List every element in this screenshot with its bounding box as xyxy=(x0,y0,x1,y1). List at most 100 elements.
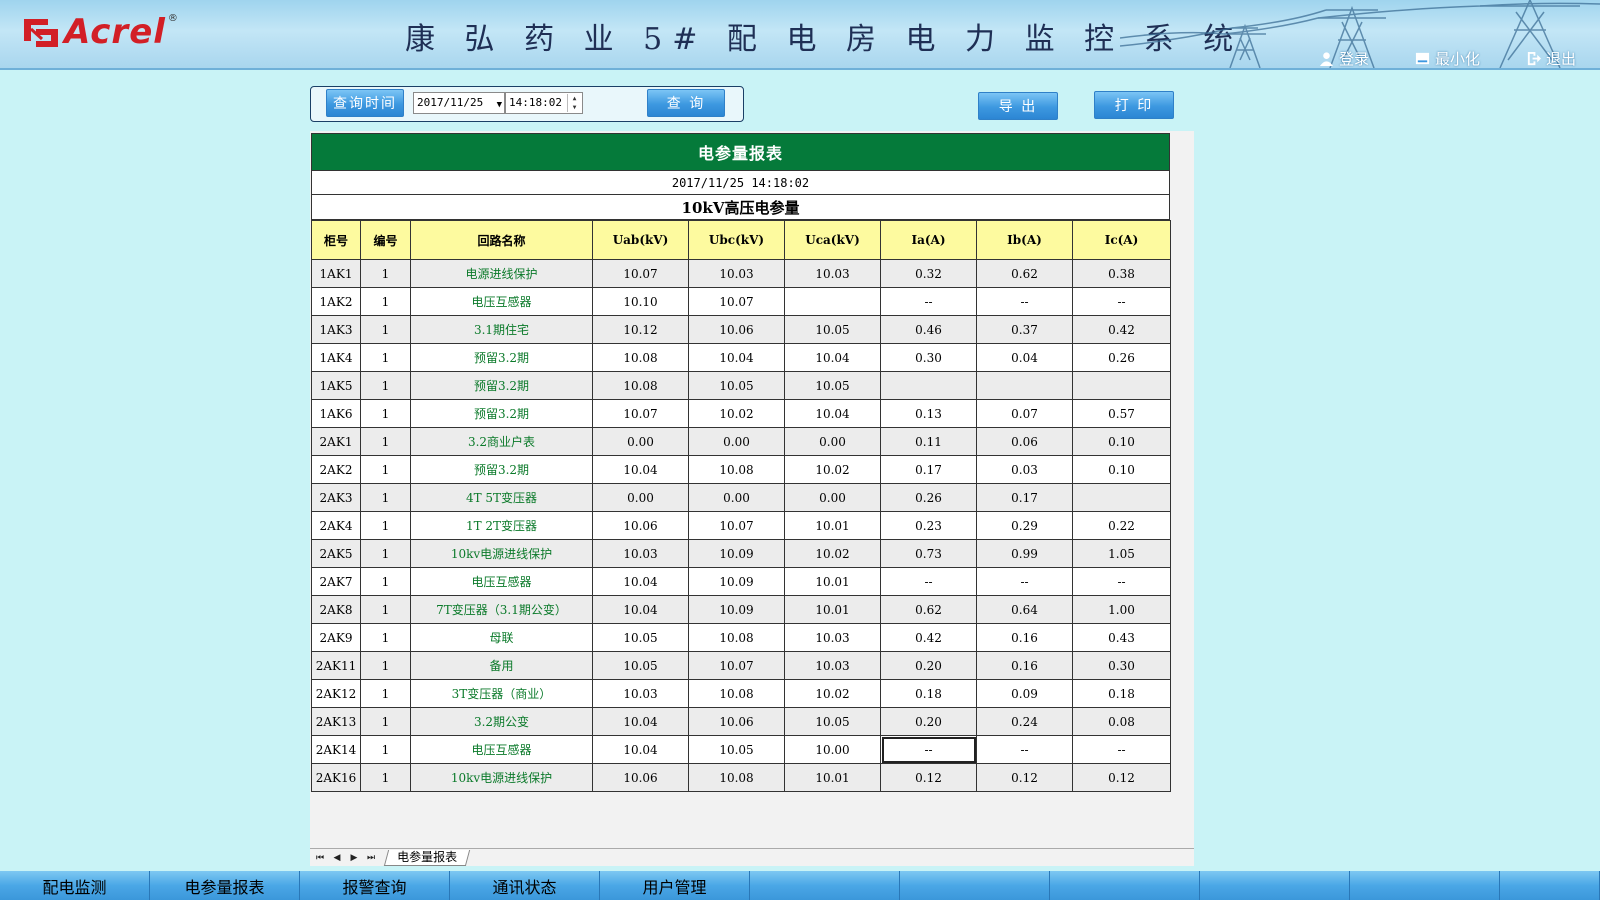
uab-cell[interactable]: 10.05 xyxy=(592,623,689,652)
circuit-name-cell[interactable]: 电压互感器 xyxy=(410,567,593,596)
ubc-cell[interactable]: 10.04 xyxy=(688,343,785,372)
circuit-name-cell[interactable]: 预留3.2期 xyxy=(410,371,593,400)
circuit-name-cell[interactable]: 预留3.2期 xyxy=(410,399,593,428)
login-button[interactable]: 登录 xyxy=(1319,48,1369,68)
number-cell[interactable]: 1 xyxy=(360,511,411,540)
uca-cell[interactable]: 10.00 xyxy=(784,735,881,764)
uab-cell[interactable]: 10.08 xyxy=(592,371,689,400)
ib-cell[interactable]: -- xyxy=(976,567,1073,596)
time-picker[interactable]: 14:18:02 ▲ ▼ xyxy=(505,92,583,114)
nav-user-management[interactable]: 用户管理 xyxy=(600,871,750,900)
nav-empty-slot[interactable] xyxy=(750,871,900,900)
uca-cell[interactable]: 10.01 xyxy=(784,511,881,540)
uab-cell[interactable]: 10.08 xyxy=(592,343,689,372)
ia-cell[interactable]: -- xyxy=(880,735,977,764)
query-time-button[interactable]: 查询时间 xyxy=(326,89,404,117)
uab-cell[interactable]: 10.12 xyxy=(592,315,689,344)
ubc-cell[interactable]: 10.08 xyxy=(688,455,785,484)
ia-cell[interactable]: 0.12 xyxy=(880,763,977,792)
ia-cell[interactable]: 0.26 xyxy=(880,483,977,512)
ubc-cell[interactable]: 10.09 xyxy=(688,567,785,596)
ubc-cell[interactable]: 10.08 xyxy=(688,679,785,708)
cabinet-cell[interactable]: 1AK4 xyxy=(311,343,361,372)
ic-cell[interactable]: 0.57 xyxy=(1072,399,1171,428)
uab-cell[interactable]: 10.07 xyxy=(592,399,689,428)
uca-cell[interactable]: 10.02 xyxy=(784,539,881,568)
ubc-cell[interactable]: 10.09 xyxy=(688,539,785,568)
cabinet-cell[interactable]: 2AK3 xyxy=(311,483,361,512)
ib-cell[interactable]: -- xyxy=(976,287,1073,316)
uab-cell[interactable]: 10.05 xyxy=(592,651,689,680)
number-cell[interactable]: 1 xyxy=(360,399,411,428)
ic-cell[interactable]: -- xyxy=(1072,567,1171,596)
ib-cell[interactable]: 0.07 xyxy=(976,399,1073,428)
ib-cell[interactable]: 0.62 xyxy=(976,259,1073,288)
ic-cell[interactable]: -- xyxy=(1072,735,1171,764)
circuit-name-cell[interactable]: 1T 2T变压器 xyxy=(410,511,593,540)
cabinet-cell[interactable]: 2AK14 xyxy=(311,735,361,764)
ubc-cell[interactable]: 10.07 xyxy=(688,651,785,680)
ib-cell[interactable] xyxy=(976,371,1073,400)
ia-cell[interactable]: 0.20 xyxy=(880,707,977,736)
number-cell[interactable]: 1 xyxy=(360,679,411,708)
ia-cell[interactable]: 0.30 xyxy=(880,343,977,372)
circuit-name-cell[interactable]: 母联 xyxy=(410,623,593,652)
circuit-name-cell[interactable]: 3.2期公变 xyxy=(410,707,593,736)
uca-cell[interactable]: 10.03 xyxy=(784,651,881,680)
ia-cell[interactable]: 0.11 xyxy=(880,427,977,456)
number-cell[interactable]: 1 xyxy=(360,539,411,568)
ib-cell[interactable]: 0.06 xyxy=(976,427,1073,456)
ia-cell[interactable]: 0.73 xyxy=(880,539,977,568)
ia-cell[interactable] xyxy=(880,371,977,400)
ib-cell[interactable]: 0.03 xyxy=(976,455,1073,484)
ic-cell[interactable]: 0.38 xyxy=(1072,259,1171,288)
number-cell[interactable]: 1 xyxy=(360,707,411,736)
ib-cell[interactable]: -- xyxy=(976,735,1073,764)
nav-power-monitor[interactable]: 配电监测 xyxy=(0,871,150,900)
ic-cell[interactable]: 0.10 xyxy=(1072,455,1171,484)
number-cell[interactable]: 1 xyxy=(360,567,411,596)
uca-cell[interactable]: 10.04 xyxy=(784,343,881,372)
number-cell[interactable]: 1 xyxy=(360,595,411,624)
uca-cell[interactable]: 10.05 xyxy=(784,371,881,400)
ubc-cell[interactable]: 10.07 xyxy=(688,287,785,316)
ib-cell[interactable]: 0.04 xyxy=(976,343,1073,372)
ia-cell[interactable]: -- xyxy=(880,567,977,596)
ib-cell[interactable]: 0.17 xyxy=(976,483,1073,512)
ubc-cell[interactable]: 0.00 xyxy=(688,427,785,456)
cabinet-cell[interactable]: 2AK5 xyxy=(311,539,361,568)
nav-empty-slot[interactable] xyxy=(1050,871,1200,900)
nav-empty-slot[interactable] xyxy=(1350,871,1500,900)
ic-cell[interactable]: 0.12 xyxy=(1072,763,1171,792)
circuit-name-cell[interactable]: 4T 5T变压器 xyxy=(410,483,593,512)
ic-cell[interactable]: 0.18 xyxy=(1072,679,1171,708)
uca-cell[interactable]: 0.00 xyxy=(784,483,881,512)
ic-cell[interactable]: 0.26 xyxy=(1072,343,1171,372)
ia-cell[interactable]: 0.42 xyxy=(880,623,977,652)
number-cell[interactable]: 1 xyxy=(360,763,411,792)
number-cell[interactable]: 1 xyxy=(360,287,411,316)
uca-cell[interactable]: 0.00 xyxy=(784,427,881,456)
number-cell[interactable]: 1 xyxy=(360,315,411,344)
uca-cell[interactable]: 10.01 xyxy=(784,763,881,792)
ia-cell[interactable]: 0.18 xyxy=(880,679,977,708)
circuit-name-cell[interactable]: 预留3.2期 xyxy=(410,343,593,372)
ubc-cell[interactable]: 10.06 xyxy=(688,707,785,736)
ubc-cell[interactable]: 10.08 xyxy=(688,623,785,652)
ic-cell[interactable]: 0.42 xyxy=(1072,315,1171,344)
ubc-cell[interactable]: 0.00 xyxy=(688,483,785,512)
ic-cell[interactable]: 1.05 xyxy=(1072,539,1171,568)
circuit-name-cell[interactable]: 电压互感器 xyxy=(410,735,593,764)
ib-cell[interactable]: 0.12 xyxy=(976,763,1073,792)
circuit-name-cell[interactable]: 3.1期住宅 xyxy=(410,315,593,344)
minimize-button[interactable]: 最小化 xyxy=(1415,48,1480,68)
uab-cell[interactable]: 10.03 xyxy=(592,539,689,568)
nav-empty-slot[interactable] xyxy=(1200,871,1350,900)
cabinet-cell[interactable]: 2AK13 xyxy=(311,707,361,736)
circuit-name-cell[interactable]: 10kv电源进线保护 xyxy=(410,539,593,568)
cabinet-cell[interactable]: 2AK4 xyxy=(311,511,361,540)
nav-comm-status[interactable]: 通讯状态 xyxy=(450,871,600,900)
ubc-cell[interactable]: 10.03 xyxy=(688,259,785,288)
uca-cell[interactable] xyxy=(784,287,881,316)
ib-cell[interactable]: 0.29 xyxy=(976,511,1073,540)
